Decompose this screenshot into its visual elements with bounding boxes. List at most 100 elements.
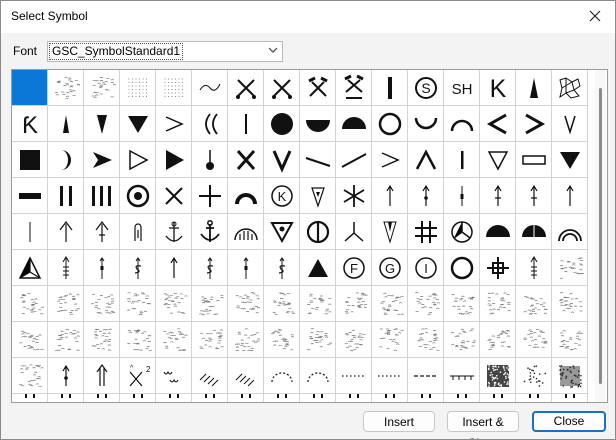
symbol-cell[interactable] bbox=[516, 250, 552, 286]
symbol-cell[interactable] bbox=[156, 358, 192, 394]
symbol-cell[interactable] bbox=[120, 286, 156, 322]
symbol-cell[interactable] bbox=[120, 106, 156, 142]
symbol-cell[interactable] bbox=[48, 214, 84, 250]
symbol-cell[interactable] bbox=[480, 394, 516, 402]
symbol-cell[interactable] bbox=[48, 358, 84, 394]
insert-close-button[interactable]: Insert & Close bbox=[447, 411, 519, 439]
symbol-cell[interactable] bbox=[408, 142, 444, 178]
symbol-cell[interactable] bbox=[12, 286, 48, 322]
symbol-cell[interactable]: K bbox=[480, 70, 516, 106]
symbol-cell[interactable] bbox=[444, 394, 480, 402]
symbol-cell[interactable] bbox=[84, 178, 120, 214]
symbol-cell[interactable] bbox=[12, 178, 48, 214]
symbol-cell[interactable] bbox=[156, 394, 192, 402]
symbol-cell[interactable] bbox=[156, 322, 192, 358]
symbol-cell[interactable] bbox=[120, 322, 156, 358]
symbol-cell[interactable] bbox=[264, 322, 300, 358]
symbol-cell[interactable] bbox=[192, 286, 228, 322]
symbol-cell[interactable] bbox=[156, 250, 192, 286]
symbol-cell[interactable] bbox=[192, 70, 228, 106]
symbol-cell[interactable] bbox=[372, 142, 408, 178]
symbol-cell[interactable] bbox=[552, 358, 588, 394]
symbol-cell[interactable] bbox=[48, 250, 84, 286]
symbol-cell[interactable] bbox=[12, 250, 48, 286]
symbol-cell[interactable] bbox=[120, 142, 156, 178]
symbol-cell[interactable] bbox=[408, 106, 444, 142]
symbol-cell[interactable] bbox=[552, 178, 588, 214]
symbol-cell[interactable] bbox=[336, 106, 372, 142]
symbol-cell[interactable] bbox=[300, 358, 336, 394]
symbol-cell[interactable] bbox=[12, 394, 48, 402]
symbol-cell[interactable] bbox=[516, 178, 552, 214]
symbol-cell[interactable] bbox=[120, 394, 156, 402]
symbol-cell[interactable] bbox=[444, 106, 480, 142]
symbol-cell[interactable] bbox=[12, 322, 48, 358]
symbol-cell[interactable] bbox=[516, 358, 552, 394]
symbol-cell[interactable] bbox=[552, 142, 588, 178]
symbol-cell[interactable] bbox=[300, 214, 336, 250]
symbol-cell[interactable] bbox=[156, 70, 192, 106]
symbol-cell[interactable] bbox=[372, 322, 408, 358]
symbol-cell[interactable] bbox=[264, 142, 300, 178]
symbol-cell[interactable] bbox=[156, 178, 192, 214]
symbol-cell[interactable] bbox=[120, 70, 156, 106]
symbol-cell[interactable] bbox=[372, 358, 408, 394]
symbol-cell[interactable] bbox=[552, 286, 588, 322]
symbol-cell[interactable] bbox=[228, 106, 264, 142]
symbol-cell[interactable] bbox=[516, 394, 552, 402]
symbol-cell[interactable] bbox=[120, 250, 156, 286]
insert-button[interactable]: Insert bbox=[363, 411, 435, 432]
symbol-cell[interactable] bbox=[156, 286, 192, 322]
symbol-cell[interactable] bbox=[336, 178, 372, 214]
symbol-cell[interactable] bbox=[228, 214, 264, 250]
symbol-cell[interactable] bbox=[228, 250, 264, 286]
symbol-cell[interactable] bbox=[444, 286, 480, 322]
symbol-cell[interactable] bbox=[480, 286, 516, 322]
symbol-cell[interactable] bbox=[480, 250, 516, 286]
symbol-cell[interactable] bbox=[336, 70, 372, 106]
symbol-cell[interactable] bbox=[48, 70, 84, 106]
symbol-cell[interactable] bbox=[84, 106, 120, 142]
symbol-cell[interactable] bbox=[300, 178, 336, 214]
symbol-cell[interactable] bbox=[156, 214, 192, 250]
symbol-cell[interactable] bbox=[120, 178, 156, 214]
symbol-cell[interactable] bbox=[336, 286, 372, 322]
symbol-cell[interactable] bbox=[408, 358, 444, 394]
symbol-cell[interactable]: Ƙ bbox=[12, 106, 48, 142]
window-close-button[interactable] bbox=[583, 5, 607, 27]
symbol-cell[interactable] bbox=[552, 394, 588, 402]
symbol-cell[interactable] bbox=[444, 142, 480, 178]
symbol-cell[interactable]: F bbox=[336, 250, 372, 286]
font-dropdown[interactable]: GSC_SymbolStandard1 bbox=[47, 41, 283, 62]
symbol-cell[interactable] bbox=[516, 286, 552, 322]
symbol-cell[interactable] bbox=[48, 106, 84, 142]
symbol-cell[interactable] bbox=[228, 286, 264, 322]
symbol-cell[interactable] bbox=[192, 178, 228, 214]
symbol-cell[interactable] bbox=[336, 358, 372, 394]
symbol-cell[interactable] bbox=[372, 106, 408, 142]
vertical-scrollbar[interactable] bbox=[595, 70, 606, 402]
symbol-cell[interactable] bbox=[336, 214, 372, 250]
symbol-cell[interactable] bbox=[264, 214, 300, 250]
symbol-cell[interactable] bbox=[408, 286, 444, 322]
symbol-cell[interactable] bbox=[156, 106, 192, 142]
symbol-cell[interactable] bbox=[192, 322, 228, 358]
symbol-cell[interactable] bbox=[372, 394, 408, 402]
symbol-cell[interactable] bbox=[552, 106, 588, 142]
symbol-cell[interactable] bbox=[156, 142, 192, 178]
symbol-cell[interactable] bbox=[192, 142, 228, 178]
symbol-cell[interactable] bbox=[552, 250, 588, 286]
symbol-cell[interactable] bbox=[516, 322, 552, 358]
symbol-cell[interactable] bbox=[300, 286, 336, 322]
symbol-cell[interactable] bbox=[408, 322, 444, 358]
symbol-cell[interactable] bbox=[84, 394, 120, 402]
symbol-cell[interactable]: I bbox=[408, 250, 444, 286]
symbol-cell[interactable] bbox=[408, 394, 444, 402]
symbol-cell[interactable] bbox=[48, 394, 84, 402]
symbol-cell[interactable] bbox=[120, 214, 156, 250]
scrollbar-thumb[interactable] bbox=[599, 88, 602, 384]
symbol-cell[interactable]: 2 ^ bbox=[120, 358, 156, 394]
symbol-cell[interactable] bbox=[12, 70, 48, 106]
symbol-cell[interactable] bbox=[444, 322, 480, 358]
symbol-cell[interactable] bbox=[444, 214, 480, 250]
